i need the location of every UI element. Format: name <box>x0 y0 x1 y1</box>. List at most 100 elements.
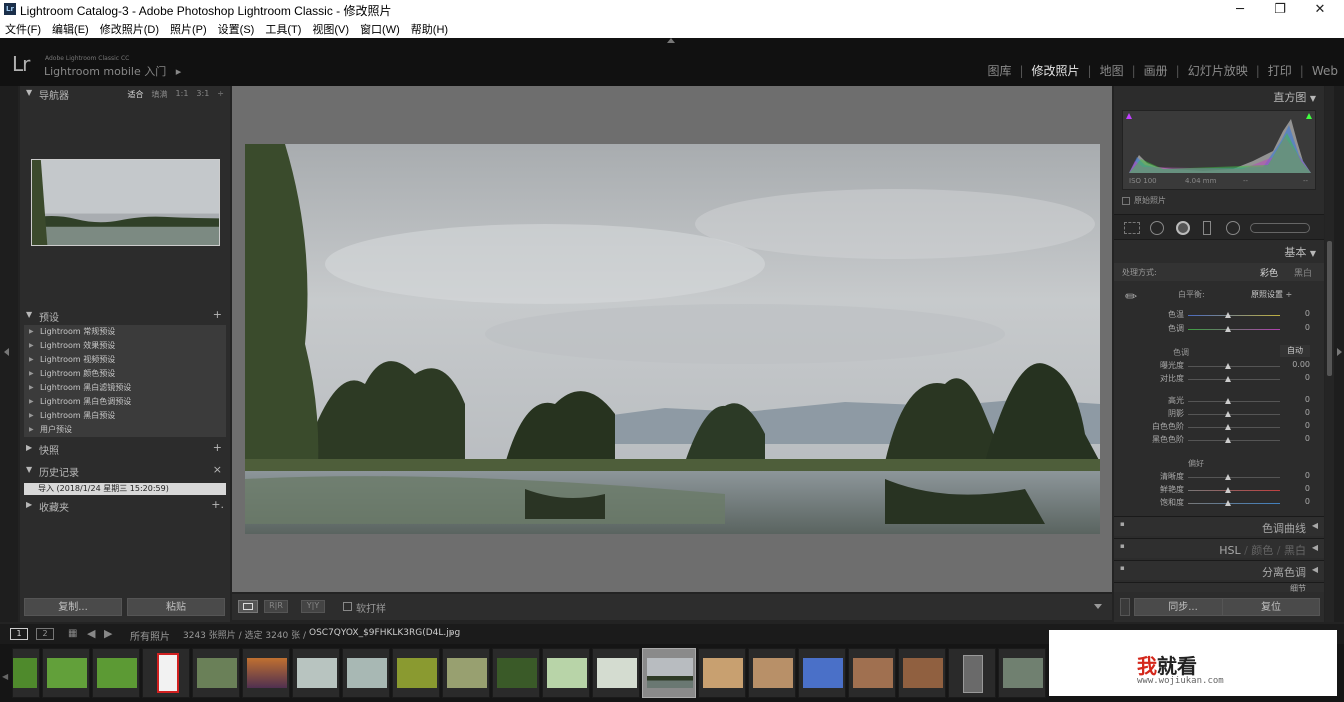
highlights-value[interactable]: 0 <box>1305 395 1310 404</box>
basic-header[interactable]: 基本 ▼ <box>1284 244 1316 260</box>
exposure-slider-row[interactable]: 曝光度 0.00 <box>1114 360 1324 373</box>
whites-value[interactable]: 0 <box>1305 421 1310 430</box>
module-print[interactable]: 打印 <box>1268 62 1292 79</box>
second-window-button[interactable]: 2 <box>36 628 54 640</box>
graduated-filter-icon[interactable] <box>1203 221 1211 235</box>
right-panel-scrollbar[interactable] <box>1325 86 1334 622</box>
copy-settings-button[interactable]: 复制... <box>24 598 122 616</box>
temp-value[interactable]: 0 <box>1305 309 1310 318</box>
clear-history-icon[interactable]: × <box>213 463 222 476</box>
navigator-preview[interactable] <box>31 159 220 246</box>
spot-removal-icon[interactable] <box>1150 221 1164 235</box>
filmstrip-thumb[interactable] <box>12 648 40 698</box>
collapse-left-icon[interactable] <box>4 348 9 356</box>
temp-slider-row[interactable]: 色温 0 <box>1114 309 1324 322</box>
tint-value[interactable]: 0 <box>1305 323 1310 332</box>
temp-slider-thumb[interactable] <box>1225 312 1231 318</box>
preset-folder[interactable]: 用户预设 <box>24 423 226 437</box>
menu-file[interactable]: 文件(F) <box>5 21 41 37</box>
snapshots-toggle-icon[interactable]: ▶ <box>26 443 32 452</box>
menu-view[interactable]: 视图(V) <box>312 21 349 37</box>
crop-icon[interactable] <box>1124 222 1140 234</box>
clarity-slider-row[interactable]: 清晰度 0 <box>1114 471 1324 484</box>
zoom-fit[interactable]: 适合 <box>128 89 144 100</box>
histogram-header[interactable]: 直方图 ▼ <box>1273 89 1316 105</box>
source-label[interactable]: 所有照片 <box>130 628 170 643</box>
wb-select[interactable]: 原照设置 ÷ <box>1251 289 1292 300</box>
filmstrip-thumb[interactable] <box>192 648 240 698</box>
menu-window[interactable]: 窗口(W) <box>360 21 400 37</box>
navigator-toggle-icon[interactable]: ▼ <box>26 88 32 97</box>
maximize-button[interactable]: ❐ <box>1260 0 1300 20</box>
history-step[interactable]: 导入 (2018/1/24 星期三 15:20:59) <box>24 483 226 495</box>
before-after-swap-icon[interactable]: Y|Y <box>301 600 325 613</box>
preset-folder[interactable]: Lightroom 黑白色调预设 <box>24 395 226 409</box>
treatment-bw[interactable]: 黑白 <box>1294 266 1312 279</box>
preset-folder[interactable]: Lightroom 黑白预设 <box>24 409 226 423</box>
saturation-value[interactable]: 0 <box>1305 497 1310 506</box>
module-map[interactable]: 地图 <box>1100 62 1124 79</box>
shadows-value[interactable]: 0 <box>1305 408 1310 417</box>
blacks-value[interactable]: 0 <box>1305 434 1310 443</box>
preset-folder[interactable]: Lightroom 常规预设 <box>24 325 226 339</box>
reset-button[interactable]: 复位 <box>1222 598 1320 616</box>
menu-photo[interactable]: 照片(P) <box>170 21 207 37</box>
collections-toggle-icon[interactable]: ▶ <box>26 500 32 509</box>
filmstrip-thumb[interactable] <box>492 648 540 698</box>
blacks-slider-thumb[interactable] <box>1225 437 1231 443</box>
red-eye-icon[interactable] <box>1176 221 1190 235</box>
menu-develop[interactable]: 修改照片(D) <box>100 21 159 37</box>
zoom-1to1[interactable]: 1:1 <box>176 89 189 100</box>
zoom-3to1[interactable]: 3:1 <box>196 89 209 100</box>
highlights-slider-thumb[interactable] <box>1225 398 1231 404</box>
filmstrip-thumb[interactable] <box>948 648 996 698</box>
module-library[interactable]: 图库 <box>987 62 1011 79</box>
hsl-tab[interactable]: HSL <box>1219 544 1240 557</box>
detail-section[interactable]: 细节 <box>1114 582 1324 592</box>
add-snapshot-icon[interactable]: + <box>213 441 222 454</box>
collections-header[interactable]: ▶ 收藏夹 +. <box>20 498 230 514</box>
filmstrip-thumb[interactable] <box>142 648 190 698</box>
snapshots-header[interactable]: ▶ 快照 + <box>20 441 230 457</box>
filmstrip-left-icon[interactable]: ◀ <box>2 672 8 681</box>
contrast-slider-row[interactable]: 对比度 0 <box>1114 373 1324 386</box>
back-arrow-icon[interactable]: ◀ <box>87 627 95 640</box>
split-toning-section[interactable]: ▪ 分离色调 ◀ <box>1114 560 1324 580</box>
collapse-top-icon[interactable] <box>667 38 675 43</box>
filmstrip-thumb[interactable] <box>592 648 640 698</box>
auto-tone-button[interactable]: 自动 <box>1280 345 1310 357</box>
main-window-button[interactable]: 1 <box>10 628 28 640</box>
shadows-slider-row[interactable]: 阴影 0 <box>1114 408 1324 421</box>
adjustment-brush-icon[interactable] <box>1250 223 1310 233</box>
main-photo[interactable] <box>245 144 1100 534</box>
saturation-slider-row[interactable]: 饱和度 0 <box>1114 497 1324 510</box>
presets-header[interactable]: ▼ 预设 + <box>20 308 230 324</box>
filename-dropdown-icon[interactable]: ▾ <box>449 629 453 638</box>
tone-curve-section[interactable]: ▪ 色调曲线 ◀ <box>1114 516 1324 536</box>
menu-tools[interactable]: 工具(T) <box>265 21 301 37</box>
vibrance-slider-row[interactable]: 鲜艳度 0 <box>1114 484 1324 497</box>
radial-filter-icon[interactable] <box>1226 221 1240 235</box>
forward-arrow-icon[interactable]: ▶ <box>104 627 112 640</box>
zoom-fill[interactable]: 填满 <box>152 89 168 100</box>
highlights-slider-row[interactable]: 高光 0 <box>1114 395 1324 408</box>
preset-folder[interactable]: Lightroom 效果预设 <box>24 339 226 353</box>
softproof-checkbox[interactable] <box>343 602 352 611</box>
close-button[interactable]: ✕ <box>1300 0 1340 20</box>
tint-slider-row[interactable]: 色调 0 <box>1114 323 1324 336</box>
loupe-view-icon[interactable] <box>238 600 258 613</box>
clarity-value[interactable]: 0 <box>1305 471 1310 480</box>
filmstrip-thumb[interactable] <box>442 648 490 698</box>
wb-eyedropper-icon[interactable]: ✎ <box>1122 287 1142 307</box>
menu-settings[interactable]: 设置(S) <box>218 21 255 37</box>
filmstrip-thumb[interactable] <box>898 648 946 698</box>
contrast-value[interactable]: 0 <box>1305 373 1310 382</box>
vibrance-value[interactable]: 0 <box>1305 484 1310 493</box>
history-header[interactable]: ▼ 历史记录 × <box>20 463 230 479</box>
color-tab[interactable]: 颜色 <box>1251 544 1273 557</box>
history-toggle-icon[interactable]: ▼ <box>26 465 32 474</box>
minimize-button[interactable]: ─ <box>1220 0 1260 20</box>
before-after-icon[interactable]: R|R <box>264 600 288 613</box>
zoom-more-icon[interactable]: ÷ <box>217 89 224 100</box>
tint-slider-thumb[interactable] <box>1225 326 1231 332</box>
